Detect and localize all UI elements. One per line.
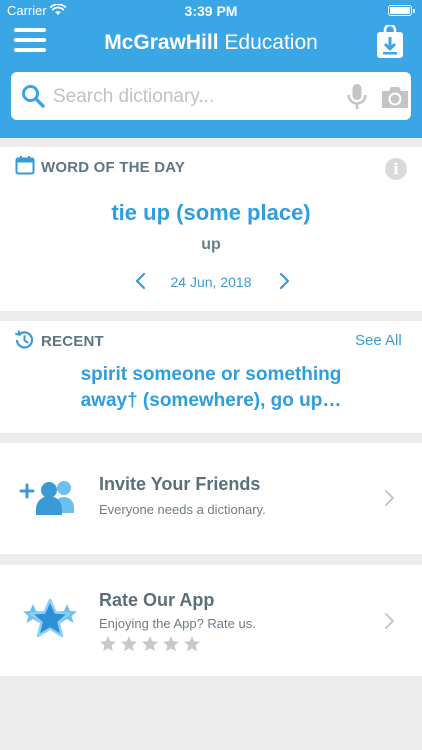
brand-title: McGrawHill Education <box>0 31 422 55</box>
chevron-right-icon[interactable] <box>277 271 291 291</box>
brand-bold: McGrawHill <box>104 31 219 54</box>
word-of-the-day[interactable]: tie up (some place) <box>0 200 422 226</box>
star-badge-icon <box>23 598 77 638</box>
star-icon <box>142 636 158 652</box>
invite-friends-row[interactable]: Invite Your Friends Everyone needs a dic… <box>0 443 422 554</box>
download-bag-icon[interactable] <box>376 25 404 59</box>
section-title: RECENT <box>41 333 104 350</box>
date-label: 24 Jun, 2018 <box>170 274 252 290</box>
chevron-right-icon <box>385 490 394 506</box>
status-bar: Carrier 3:39 PM <box>0 0 422 22</box>
microphone-icon[interactable] <box>346 83 368 111</box>
star-icon <box>121 636 137 652</box>
battery-icon <box>388 5 415 16</box>
search-input[interactable] <box>51 81 335 113</box>
word-subtext: up <box>201 236 221 253</box>
add-friends-icon <box>19 481 74 515</box>
section-title: WORD OF THE DAY <box>41 159 186 176</box>
star-icon <box>163 636 179 652</box>
word-of-the-day-card: WORD OF THE DAY i tie up (some place) up… <box>0 147 422 311</box>
star-rating[interactable] <box>99 635 204 653</box>
info-icon[interactable]: i <box>385 158 407 180</box>
app-header: Carrier 3:39 PM McGrawHill Education <box>0 0 422 138</box>
recent-card: RECENT See All spirit someone or somethi… <box>0 321 422 433</box>
recent-entry-line[interactable]: away† (somewhere), go up… <box>0 390 422 412</box>
chevron-right-icon <box>385 613 394 629</box>
brand-regular: Education <box>218 31 318 54</box>
clock: 3:39 PM <box>184 3 238 19</box>
row-title: Rate Our App <box>99 590 215 610</box>
star-icon <box>184 636 200 652</box>
row-subtitle: Everyone needs a dictionary. <box>99 502 266 517</box>
star-icon <box>100 636 116 652</box>
camera-icon[interactable] <box>380 85 410 109</box>
see-all-link[interactable]: See All <box>355 332 402 349</box>
row-subtitle: Enjoying the App? Rate us. <box>99 616 256 631</box>
search-bar <box>11 72 411 120</box>
recent-entry-line[interactable]: spirit someone or something <box>0 364 422 386</box>
history-icon <box>14 330 34 349</box>
search-icon <box>22 85 45 108</box>
rate-app-row[interactable]: Rate Our App Enjoying the App? Rate us. <box>0 565 422 676</box>
row-title: Invite Your Friends <box>99 474 261 494</box>
calendar-icon <box>15 156 35 175</box>
